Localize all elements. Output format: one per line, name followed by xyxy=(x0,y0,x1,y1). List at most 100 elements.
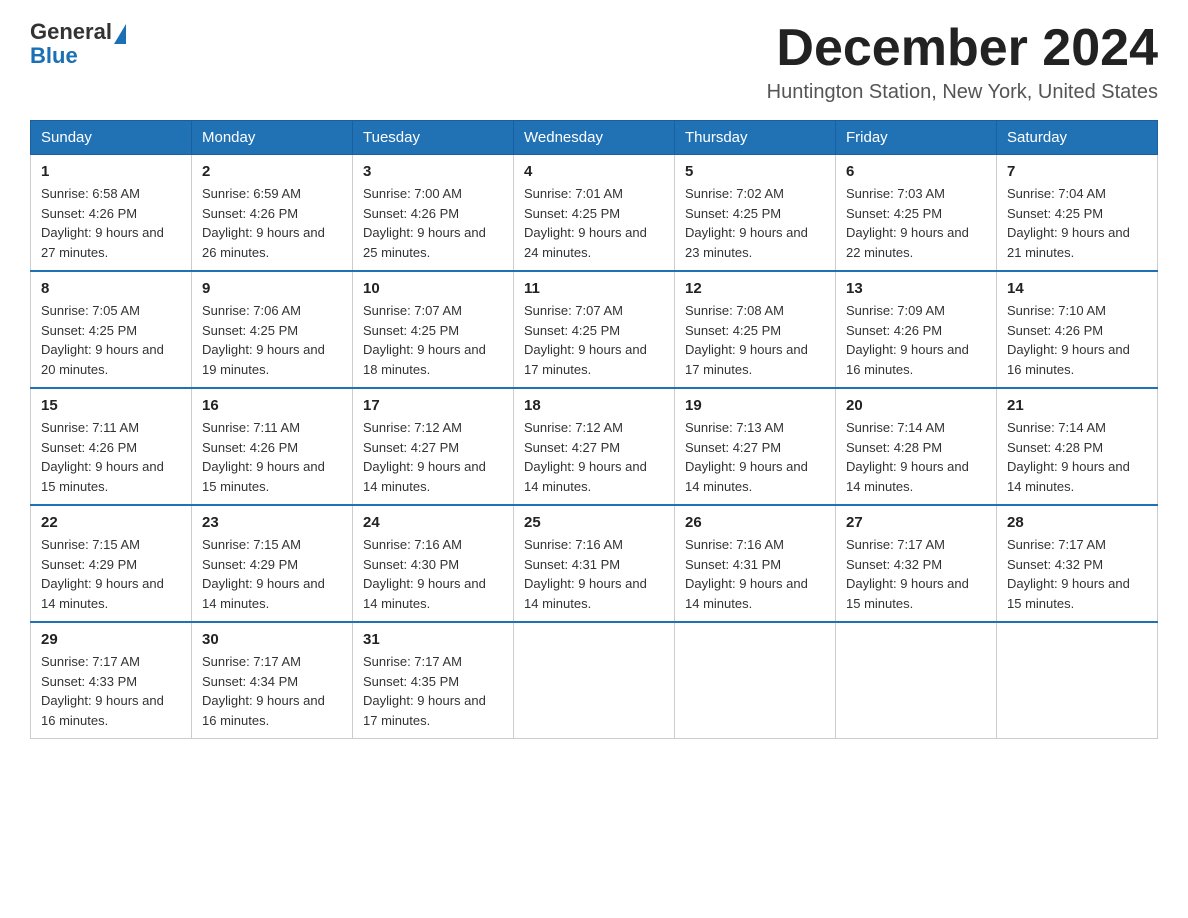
calendar-cell: 23 Sunrise: 7:15 AMSunset: 4:29 PMDaylig… xyxy=(192,505,353,622)
day-number: 30 xyxy=(202,631,342,648)
calendar-cell: 11 Sunrise: 7:07 AMSunset: 4:25 PMDaylig… xyxy=(514,271,675,388)
day-number: 5 xyxy=(685,163,825,180)
calendar-cell xyxy=(675,622,836,739)
calendar-cell: 20 Sunrise: 7:14 AMSunset: 4:28 PMDaylig… xyxy=(836,388,997,505)
title-section: December 2024 Huntington Station, New Yo… xyxy=(767,20,1158,104)
calendar-cell xyxy=(514,622,675,739)
day-number: 19 xyxy=(685,397,825,414)
day-info: Sunrise: 7:17 AMSunset: 4:33 PMDaylight:… xyxy=(41,652,181,730)
day-number: 9 xyxy=(202,280,342,297)
col-header-monday: Monday xyxy=(192,121,353,155)
day-info: Sunrise: 7:12 AMSunset: 4:27 PMDaylight:… xyxy=(363,418,503,496)
day-info: Sunrise: 7:08 AMSunset: 4:25 PMDaylight:… xyxy=(685,301,825,379)
col-header-tuesday: Tuesday xyxy=(353,121,514,155)
day-info: Sunrise: 7:15 AMSunset: 4:29 PMDaylight:… xyxy=(41,535,181,613)
day-number: 3 xyxy=(363,163,503,180)
day-number: 28 xyxy=(1007,514,1147,531)
calendar-cell: 12 Sunrise: 7:08 AMSunset: 4:25 PMDaylig… xyxy=(675,271,836,388)
day-number: 7 xyxy=(1007,163,1147,180)
day-number: 20 xyxy=(846,397,986,414)
col-header-sunday: Sunday xyxy=(31,121,192,155)
day-number: 27 xyxy=(846,514,986,531)
logo-general-text: General xyxy=(30,20,112,44)
calendar-cell: 24 Sunrise: 7:16 AMSunset: 4:30 PMDaylig… xyxy=(353,505,514,622)
calendar-cell: 13 Sunrise: 7:09 AMSunset: 4:26 PMDaylig… xyxy=(836,271,997,388)
calendar-cell: 26 Sunrise: 7:16 AMSunset: 4:31 PMDaylig… xyxy=(675,505,836,622)
calendar-table: SundayMondayTuesdayWednesdayThursdayFrid… xyxy=(30,120,1158,739)
location-subtitle: Huntington Station, New York, United Sta… xyxy=(767,81,1158,104)
day-info: Sunrise: 7:06 AMSunset: 4:25 PMDaylight:… xyxy=(202,301,342,379)
day-number: 13 xyxy=(846,280,986,297)
day-number: 8 xyxy=(41,280,181,297)
day-info: Sunrise: 7:16 AMSunset: 4:30 PMDaylight:… xyxy=(363,535,503,613)
day-info: Sunrise: 7:11 AMSunset: 4:26 PMDaylight:… xyxy=(41,418,181,496)
logo-triangle-icon xyxy=(114,24,126,44)
day-number: 11 xyxy=(524,280,664,297)
day-info: Sunrise: 7:16 AMSunset: 4:31 PMDaylight:… xyxy=(524,535,664,613)
month-year-title: December 2024 xyxy=(767,20,1158,77)
calendar-cell: 25 Sunrise: 7:16 AMSunset: 4:31 PMDaylig… xyxy=(514,505,675,622)
day-info: Sunrise: 7:16 AMSunset: 4:31 PMDaylight:… xyxy=(685,535,825,613)
calendar-cell: 22 Sunrise: 7:15 AMSunset: 4:29 PMDaylig… xyxy=(31,505,192,622)
calendar-cell: 15 Sunrise: 7:11 AMSunset: 4:26 PMDaylig… xyxy=(31,388,192,505)
day-info: Sunrise: 7:14 AMSunset: 4:28 PMDaylight:… xyxy=(846,418,986,496)
logo-blue-text: Blue xyxy=(30,43,78,68)
col-header-thursday: Thursday xyxy=(675,121,836,155)
calendar-cell: 10 Sunrise: 7:07 AMSunset: 4:25 PMDaylig… xyxy=(353,271,514,388)
calendar-cell: 5 Sunrise: 7:02 AMSunset: 4:25 PMDayligh… xyxy=(675,155,836,272)
calendar-cell: 6 Sunrise: 7:03 AMSunset: 4:25 PMDayligh… xyxy=(836,155,997,272)
day-number: 25 xyxy=(524,514,664,531)
day-number: 24 xyxy=(363,514,503,531)
day-info: Sunrise: 7:14 AMSunset: 4:28 PMDaylight:… xyxy=(1007,418,1147,496)
logo[interactable]: General Blue xyxy=(30,20,126,68)
calendar-cell: 17 Sunrise: 7:12 AMSunset: 4:27 PMDaylig… xyxy=(353,388,514,505)
day-info: Sunrise: 7:07 AMSunset: 4:25 PMDaylight:… xyxy=(524,301,664,379)
calendar-cell xyxy=(836,622,997,739)
day-info: Sunrise: 7:04 AMSunset: 4:25 PMDaylight:… xyxy=(1007,184,1147,262)
day-number: 21 xyxy=(1007,397,1147,414)
day-info: Sunrise: 7:02 AMSunset: 4:25 PMDaylight:… xyxy=(685,184,825,262)
calendar-cell: 21 Sunrise: 7:14 AMSunset: 4:28 PMDaylig… xyxy=(997,388,1158,505)
day-info: Sunrise: 7:15 AMSunset: 4:29 PMDaylight:… xyxy=(202,535,342,613)
calendar-cell: 1 Sunrise: 6:58 AMSunset: 4:26 PMDayligh… xyxy=(31,155,192,272)
day-number: 16 xyxy=(202,397,342,414)
calendar-cell: 14 Sunrise: 7:10 AMSunset: 4:26 PMDaylig… xyxy=(997,271,1158,388)
calendar-cell: 19 Sunrise: 7:13 AMSunset: 4:27 PMDaylig… xyxy=(675,388,836,505)
calendar-cell: 28 Sunrise: 7:17 AMSunset: 4:32 PMDaylig… xyxy=(997,505,1158,622)
calendar-cell: 8 Sunrise: 7:05 AMSunset: 4:25 PMDayligh… xyxy=(31,271,192,388)
day-number: 31 xyxy=(363,631,503,648)
day-info: Sunrise: 7:03 AMSunset: 4:25 PMDaylight:… xyxy=(846,184,986,262)
calendar-cell: 4 Sunrise: 7:01 AMSunset: 4:25 PMDayligh… xyxy=(514,155,675,272)
day-info: Sunrise: 7:12 AMSunset: 4:27 PMDaylight:… xyxy=(524,418,664,496)
calendar-cell xyxy=(997,622,1158,739)
day-info: Sunrise: 7:07 AMSunset: 4:25 PMDaylight:… xyxy=(363,301,503,379)
day-number: 1 xyxy=(41,163,181,180)
calendar-cell: 27 Sunrise: 7:17 AMSunset: 4:32 PMDaylig… xyxy=(836,505,997,622)
day-number: 14 xyxy=(1007,280,1147,297)
col-header-friday: Friday xyxy=(836,121,997,155)
col-header-wednesday: Wednesday xyxy=(514,121,675,155)
day-number: 12 xyxy=(685,280,825,297)
day-info: Sunrise: 7:13 AMSunset: 4:27 PMDaylight:… xyxy=(685,418,825,496)
day-number: 18 xyxy=(524,397,664,414)
day-number: 10 xyxy=(363,280,503,297)
day-number: 15 xyxy=(41,397,181,414)
calendar-cell: 7 Sunrise: 7:04 AMSunset: 4:25 PMDayligh… xyxy=(997,155,1158,272)
calendar-cell: 18 Sunrise: 7:12 AMSunset: 4:27 PMDaylig… xyxy=(514,388,675,505)
calendar-cell: 16 Sunrise: 7:11 AMSunset: 4:26 PMDaylig… xyxy=(192,388,353,505)
day-info: Sunrise: 7:00 AMSunset: 4:26 PMDaylight:… xyxy=(363,184,503,262)
day-info: Sunrise: 7:10 AMSunset: 4:26 PMDaylight:… xyxy=(1007,301,1147,379)
day-info: Sunrise: 7:17 AMSunset: 4:32 PMDaylight:… xyxy=(1007,535,1147,613)
calendar-cell: 9 Sunrise: 7:06 AMSunset: 4:25 PMDayligh… xyxy=(192,271,353,388)
day-number: 29 xyxy=(41,631,181,648)
day-info: Sunrise: 7:11 AMSunset: 4:26 PMDaylight:… xyxy=(202,418,342,496)
day-number: 22 xyxy=(41,514,181,531)
day-number: 26 xyxy=(685,514,825,531)
calendar-cell: 30 Sunrise: 7:17 AMSunset: 4:34 PMDaylig… xyxy=(192,622,353,739)
day-number: 17 xyxy=(363,397,503,414)
calendar-cell: 29 Sunrise: 7:17 AMSunset: 4:33 PMDaylig… xyxy=(31,622,192,739)
day-number: 23 xyxy=(202,514,342,531)
day-info: Sunrise: 6:59 AMSunset: 4:26 PMDaylight:… xyxy=(202,184,342,262)
calendar-cell: 31 Sunrise: 7:17 AMSunset: 4:35 PMDaylig… xyxy=(353,622,514,739)
day-number: 6 xyxy=(846,163,986,180)
